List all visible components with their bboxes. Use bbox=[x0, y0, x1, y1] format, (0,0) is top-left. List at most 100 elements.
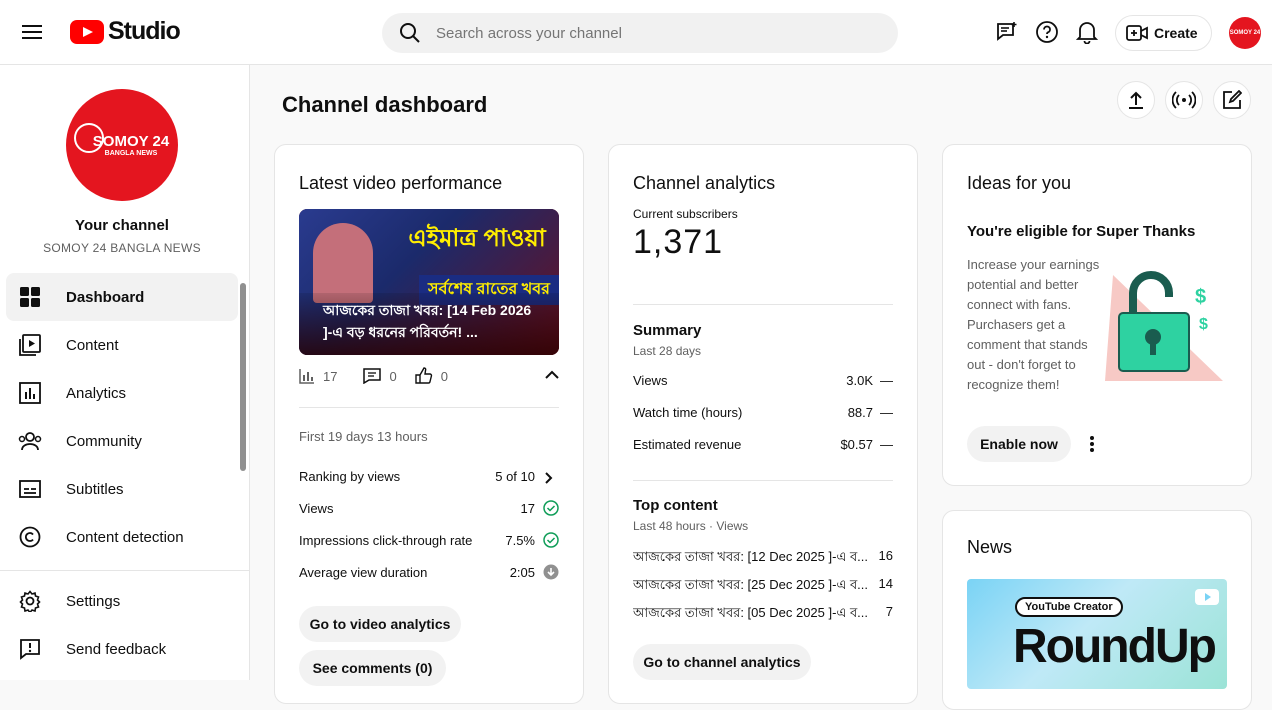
page-title: Channel dashboard bbox=[282, 92, 488, 117]
card-title: Ideas for you bbox=[967, 173, 1072, 193]
upload-icon bbox=[1129, 91, 1143, 109]
thumb-banner: এইমাত্র পাওয়া bbox=[408, 225, 546, 252]
logo-text: Studio bbox=[108, 17, 181, 45]
channel-name: SOMOY 24 BANGLA NEWS bbox=[43, 241, 201, 255]
video-thumbnail[interactable]: এইমাত্র পাওয়া সর্বশেষ রাতের খবর আজকের ত… bbox=[299, 209, 559, 355]
avd-value: 2:05 bbox=[509, 565, 535, 580]
summary-watchtime-label: Watch time (hours) bbox=[633, 405, 743, 420]
help-icon[interactable] bbox=[1033, 18, 1061, 46]
go-to-channel-analytics-button[interactable]: Go to channel analytics bbox=[633, 644, 811, 680]
summary-period: Last 28 days bbox=[633, 344, 702, 358]
search-input[interactable] bbox=[436, 24, 856, 42]
notifications-bell-icon[interactable] bbox=[1073, 18, 1101, 46]
sidebar-item-label: Community bbox=[66, 432, 142, 450]
comments-stat: 0 bbox=[363, 368, 397, 384]
ideas-heading: You're eligible for Super Thanks bbox=[967, 223, 1196, 240]
divider bbox=[299, 407, 559, 408]
sidebar-item-dashboard[interactable]: Dashboard bbox=[6, 273, 238, 321]
sidebar-item-subtitles[interactable]: Subtitles bbox=[6, 465, 238, 513]
more-options-icon[interactable] bbox=[1089, 435, 1097, 453]
chevron-up-icon[interactable] bbox=[545, 368, 559, 383]
summary-title: Summary bbox=[633, 322, 702, 339]
edit-icon bbox=[1223, 90, 1242, 109]
summary-views-value: 3.0K bbox=[846, 373, 873, 388]
summary-watchtime-value: 88.7 bbox=[847, 405, 873, 420]
card-title: Latest video performance bbox=[299, 173, 503, 193]
go-live-button[interactable] bbox=[1165, 81, 1203, 119]
your-channel-label: Your channel bbox=[75, 217, 169, 234]
views-label: Views bbox=[299, 501, 334, 516]
live-broadcast-icon bbox=[1172, 91, 1196, 109]
sidebar: SOMOY 24 BANGLA NEWS Your channel SOMOY … bbox=[0, 65, 250, 680]
likes-count: 0 bbox=[440, 368, 448, 384]
thumbs-up-icon bbox=[415, 367, 432, 384]
sidebar-item-label: Content detection bbox=[66, 528, 184, 546]
menu-icon[interactable] bbox=[14, 14, 50, 50]
thumb-caption: আজকের তাজা খবর: [14 Feb 2026 ]-এ বড় ধরন… bbox=[299, 293, 559, 355]
summary-revenue-value: $0.57 bbox=[840, 437, 873, 452]
top-content-views: 7 bbox=[885, 604, 893, 619]
ranking-label: Ranking by views bbox=[299, 469, 401, 484]
top-content-item[interactable]: আজকের তাজা খবর: [12 Dec 2025 ]-এ ব... bbox=[633, 548, 871, 569]
channel-analytics-card: Channel analytics Current subscribers 1,… bbox=[608, 144, 918, 704]
ranking-value: 5 of 10 bbox=[495, 469, 535, 484]
super-thanks-illustration: $ $ bbox=[1105, 263, 1223, 383]
check-circle-icon bbox=[543, 532, 559, 553]
sidebar-item-send-feedback[interactable]: Send feedback bbox=[6, 625, 238, 673]
search-bar[interactable] bbox=[382, 13, 898, 53]
sidebar-item-label: Subtitles bbox=[66, 480, 124, 498]
channel-avatar[interactable]: SOMOY 24 BANGLA NEWS bbox=[66, 89, 178, 201]
sidebar-scrollbar[interactable] bbox=[240, 283, 246, 471]
sidebar-item-label: Send feedback bbox=[66, 640, 167, 658]
top-content-title: Top content bbox=[633, 497, 718, 514]
enable-now-button[interactable]: Enable now bbox=[967, 426, 1071, 462]
studio-logo[interactable]: Studio bbox=[70, 17, 181, 46]
create-post-button[interactable] bbox=[1213, 81, 1251, 119]
sidebar-item-community[interactable]: Community bbox=[6, 417, 238, 465]
help-feedback-icon[interactable] bbox=[993, 18, 1021, 46]
svg-text:$: $ bbox=[1199, 316, 1208, 333]
avd-label: Average view duration bbox=[299, 565, 428, 580]
sidebar-item-label: Dashboard bbox=[66, 288, 145, 306]
search-icon[interactable] bbox=[398, 21, 422, 45]
summary-views-label: Views bbox=[633, 373, 668, 388]
check-circle-icon bbox=[543, 500, 559, 521]
news-banner[interactable]: YouTube Creator RoundUp bbox=[967, 579, 1227, 689]
channel-avatar-line2: BANGLA NEWS bbox=[104, 150, 158, 157]
likes-stat: 0 bbox=[415, 367, 448, 385]
period-label: First 19 days 13 hours bbox=[299, 429, 428, 444]
content-icon bbox=[18, 333, 42, 357]
summary-views-delta: — bbox=[880, 373, 893, 388]
gear-icon bbox=[18, 589, 42, 613]
svg-text:$: $ bbox=[1195, 286, 1206, 308]
video-stats: 17 0 0 bbox=[299, 366, 559, 386]
top-content-item[interactable]: আজকের তাজা খবর: [05 Dec 2025 ]-এ ব... bbox=[633, 604, 871, 625]
account-avatar-text: SOMOY 24 bbox=[1229, 30, 1261, 36]
account-avatar[interactable]: SOMOY 24 bbox=[1229, 17, 1261, 49]
chevron-right-icon[interactable] bbox=[545, 471, 553, 489]
sidebar-item-label: Content bbox=[66, 336, 119, 354]
comments-count: 0 bbox=[389, 368, 397, 384]
sidebar-item-settings[interactable]: Settings bbox=[6, 577, 238, 625]
create-label: Create bbox=[1154, 25, 1198, 41]
bar-chart-icon bbox=[299, 369, 314, 384]
create-button[interactable]: Create bbox=[1115, 15, 1212, 51]
summary-watchtime-delta: — bbox=[880, 405, 893, 420]
go-to-video-analytics-button[interactable]: Go to video analytics bbox=[299, 606, 461, 642]
sidebar-item-analytics[interactable]: Analytics bbox=[6, 369, 238, 417]
card-title: News bbox=[967, 537, 1013, 557]
feedback-icon bbox=[18, 637, 42, 661]
top-content-period: Last 48 hours · Views bbox=[633, 519, 749, 533]
top-content-item[interactable]: আজকের তাজা খবর: [25 Dec 2025 ]-এ ব... bbox=[633, 576, 871, 597]
views-stat: 17 bbox=[299, 368, 337, 384]
top-bar: Studio Create SOMOY 24 bbox=[0, 0, 1272, 65]
views-count: 17 bbox=[323, 368, 338, 384]
sidebar-nav: Dashboard Content Analytics Community Su… bbox=[6, 273, 238, 561]
sidebar-item-content[interactable]: Content bbox=[6, 321, 238, 369]
sidebar-item-content-detection[interactable]: Content detection bbox=[6, 513, 238, 561]
see-comments-button[interactable]: See comments (0) bbox=[299, 650, 446, 686]
news-badge: YouTube Creator bbox=[1015, 597, 1123, 617]
subtitles-icon bbox=[18, 477, 42, 501]
top-content-views: 14 bbox=[878, 576, 893, 591]
upload-button[interactable] bbox=[1117, 81, 1155, 119]
